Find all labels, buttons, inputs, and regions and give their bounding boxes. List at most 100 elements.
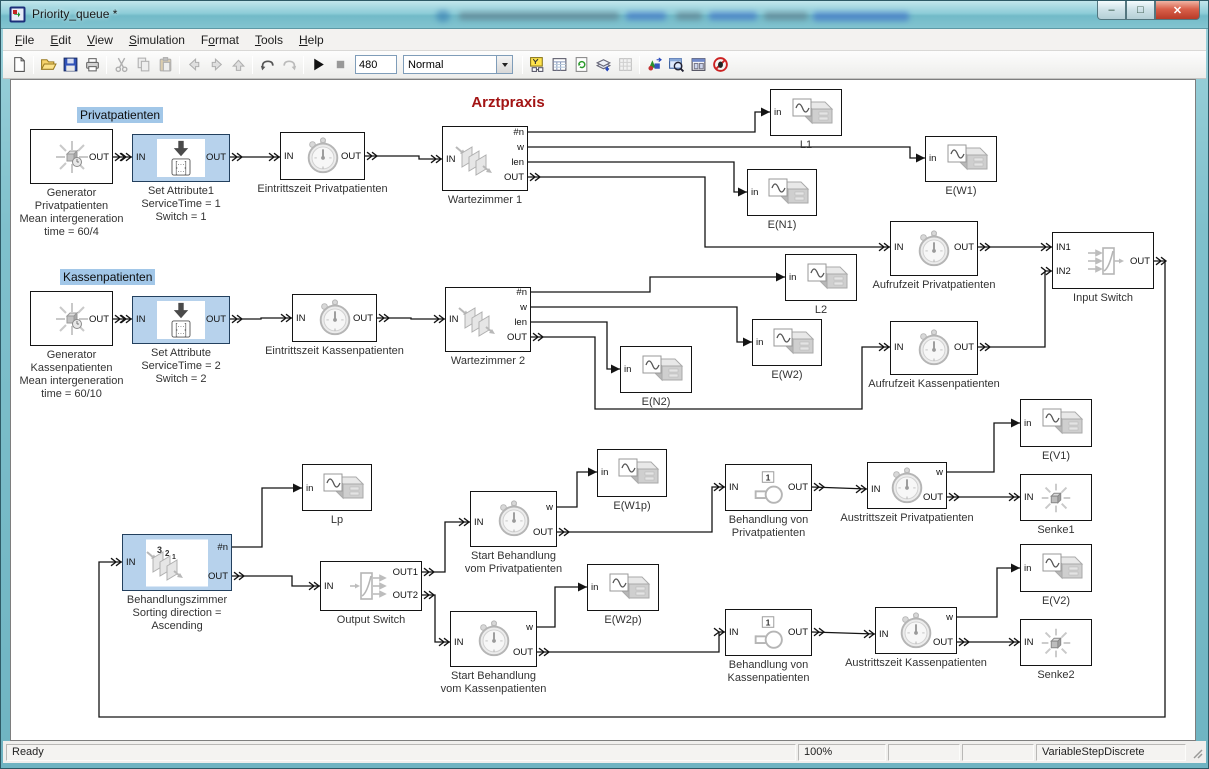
menu-item-view[interactable]: View (79, 31, 121, 49)
block-e-w2[interactable]: in (752, 319, 822, 366)
wire[interactable] (422, 591, 450, 646)
block-e-v1[interactable]: in (1020, 399, 1092, 447)
undo-button[interactable] (256, 54, 278, 76)
wire[interactable] (422, 518, 470, 576)
wire[interactable] (528, 108, 770, 133)
save-button[interactable] (59, 54, 81, 76)
wire[interactable] (531, 307, 752, 347)
copy-button[interactable] (132, 54, 154, 76)
model-canvas[interactable]: Arztpraxis OUTGeneratorPrivatpatientenMe… (10, 79, 1196, 741)
wire[interactable] (528, 162, 747, 197)
block-e-w2p[interactable]: in (587, 564, 659, 611)
block-l1[interactable]: in (770, 89, 842, 136)
block-wartezimmer-2[interactable]: IN#nwlenOUT (445, 287, 531, 352)
block-behandlung-von-privatpatienten[interactable]: 1INOUT (725, 464, 812, 511)
block-aufrufzeit-privatpatienten[interactable]: INOUT (890, 221, 978, 276)
wire[interactable] (957, 638, 1020, 646)
minimize-button[interactable]: – (1097, 1, 1126, 20)
block-e-w1p[interactable]: in (597, 449, 667, 497)
simulation-time-input[interactable] (355, 55, 397, 74)
wire[interactable] (531, 333, 890, 409)
wire[interactable] (537, 583, 587, 628)
update-diagram-button[interactable] (570, 54, 592, 76)
block-e-w1[interactable]: in (925, 136, 997, 182)
wire[interactable] (812, 483, 867, 493)
wire[interactable] (947, 419, 1020, 473)
block-senke1[interactable]: IN (1020, 474, 1092, 521)
wire[interactable] (232, 484, 302, 548)
block-eintrittszeit-kassenpatienten[interactable]: INOUT (292, 294, 377, 342)
wire[interactable] (113, 153, 132, 161)
cut-button[interactable] (110, 54, 132, 76)
stop-button[interactable] (329, 54, 351, 76)
block-start-behandlung-privatpatienten[interactable]: INwOUT (470, 491, 557, 547)
block-input-switch[interactable]: IN1IN2OUT (1052, 232, 1154, 289)
find-in-model-button[interactable] (665, 54, 687, 76)
model-windows-button[interactable] (687, 54, 709, 76)
model-explorer-button[interactable] (548, 54, 570, 76)
block-output-switch[interactable]: INOUT1OUT2 (320, 561, 422, 611)
paste-button[interactable] (154, 54, 176, 76)
block-lp[interactable]: in (302, 464, 372, 511)
play-button[interactable] (307, 54, 329, 76)
block-behandlung-von-kassenpatienten[interactable]: 1INOUT (725, 609, 812, 656)
wire[interactable] (232, 572, 320, 590)
block-e-n1[interactable]: in (747, 169, 817, 216)
config-grid-button[interactable] (614, 54, 636, 76)
block-wartezimmer-1[interactable]: IN#nwlenOUT (442, 126, 528, 191)
menu-item-format[interactable]: Format (193, 31, 247, 49)
wire[interactable] (528, 173, 890, 251)
wire[interactable] (230, 314, 292, 323)
block-austrittszeit-privatpatienten[interactable]: INwOUT (867, 462, 947, 509)
block-senke2[interactable]: IN (1020, 619, 1092, 666)
wire[interactable] (531, 273, 785, 293)
wire[interactable] (557, 468, 597, 508)
menu-item-file[interactable]: File (7, 31, 42, 49)
wire[interactable] (365, 152, 442, 163)
block-e-v2[interactable]: in (1020, 544, 1092, 592)
maximize-button[interactable]: □ (1126, 1, 1155, 20)
wire[interactable] (377, 314, 445, 323)
menu-item-tools[interactable]: Tools (247, 31, 291, 49)
block-eintrittszeit-privatpatienten[interactable]: INOUT (280, 132, 365, 180)
build-all-button[interactable] (592, 54, 614, 76)
block-behandlungszimmer[interactable]: 321IN#nOUT (122, 534, 232, 591)
block-set-attribute1[interactable]: [···][···]INOUT (132, 134, 230, 182)
wire[interactable] (812, 628, 875, 638)
simulation-mode-select[interactable]: Normal (403, 55, 513, 74)
library-browser-button[interactable] (526, 54, 548, 76)
annotation[interactable]: Kassenpatienten (60, 269, 155, 285)
block-set-attribute[interactable]: [···][···]INOUT (132, 296, 230, 344)
wire[interactable] (978, 243, 1052, 251)
open-file-button[interactable] (37, 54, 59, 76)
wire[interactable] (528, 147, 925, 163)
menu-item-help[interactable]: Help (291, 31, 332, 49)
debug-disable-button[interactable] (709, 54, 731, 76)
menu-item-edit[interactable]: Edit (42, 31, 79, 49)
nav-forward-button[interactable] (205, 54, 227, 76)
print-button[interactable] (81, 54, 103, 76)
wire[interactable] (531, 322, 620, 374)
close-button[interactable]: ✕ (1155, 1, 1200, 20)
model-browser-toggle-button[interactable] (643, 54, 665, 76)
block-e-n2[interactable]: in (620, 346, 692, 393)
menu-item-simulation[interactable]: Simulation (121, 31, 193, 49)
wire[interactable] (537, 628, 725, 656)
nav-back-button[interactable] (183, 54, 205, 76)
block-generator-kassenpatienten[interactable]: OUT (30, 291, 113, 346)
wire[interactable] (947, 493, 1020, 501)
wire[interactable] (113, 315, 132, 323)
wire[interactable] (230, 153, 280, 161)
wire[interactable] (957, 564, 1020, 618)
block-aufrufzeit-kassenpatienten[interactable]: INOUT (890, 321, 978, 375)
combo-dropdown-button[interactable] (496, 56, 512, 73)
resize-grip[interactable] (1189, 745, 1204, 760)
block-austrittszeit-kassenpatienten[interactable]: INwOUT (875, 607, 957, 654)
new-file-button[interactable] (8, 54, 30, 76)
annotation[interactable]: Privatpatienten (77, 107, 163, 123)
redo-button[interactable] (278, 54, 300, 76)
block-start-behandlung-kassenpatienten[interactable]: INwOUT (450, 611, 537, 667)
block-generator-privatpatienten[interactable]: OUT (30, 129, 113, 184)
nav-up-button[interactable] (227, 54, 249, 76)
block-l2[interactable]: in (785, 254, 857, 301)
